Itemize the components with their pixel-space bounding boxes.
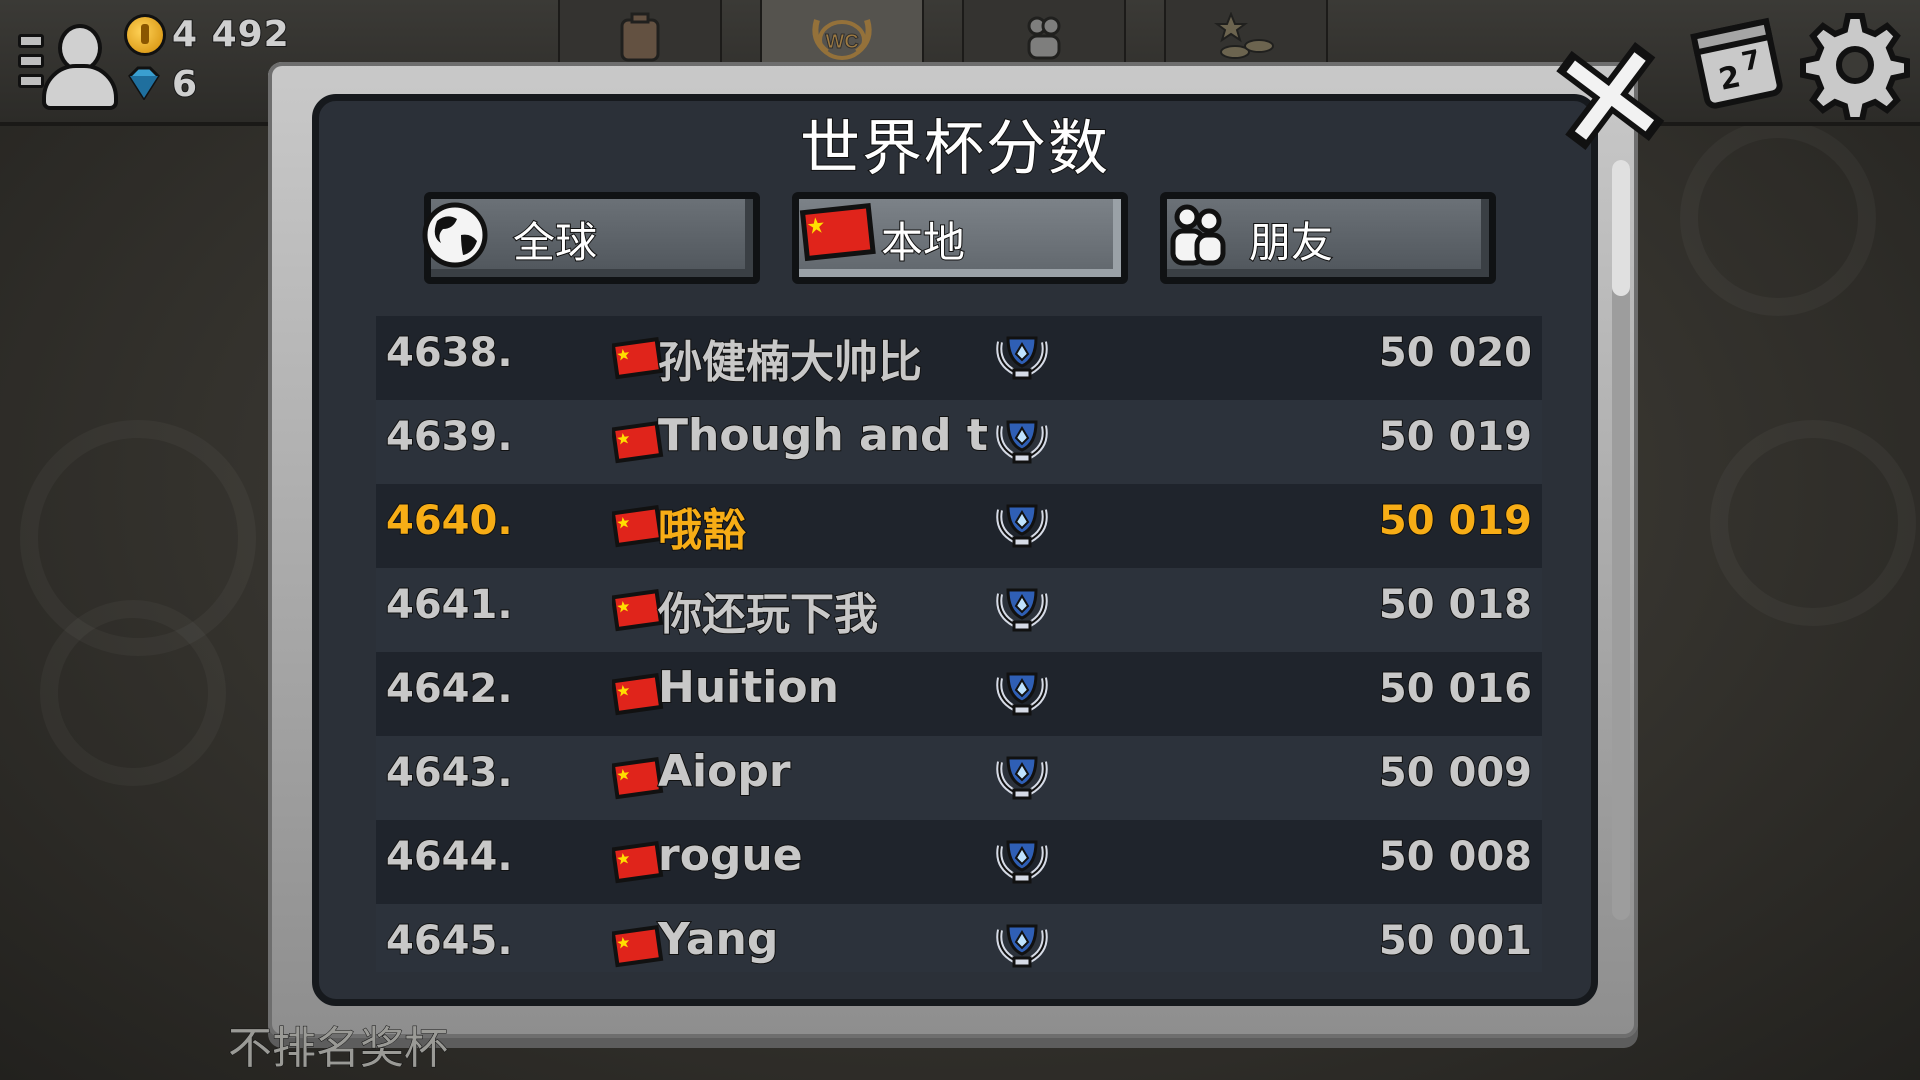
trophy-icon (996, 924, 1048, 968)
row-player-name: 孙健楠大帅比 (657, 336, 923, 389)
leaderboard-row[interactable]: 4645. Yang 50 001 (376, 904, 1542, 972)
china-flag-icon (612, 756, 664, 800)
friends-icon (1027, 16, 1061, 60)
tab-friends[interactable] (962, 0, 1126, 66)
trophy-icon (996, 840, 1048, 884)
svg-text:WC: WC (825, 31, 858, 53)
row-score: 50 019 (1378, 497, 1533, 545)
tab-global-label: 全球 (512, 217, 598, 268)
background-decoration (1680, 120, 1876, 316)
gem-icon (128, 66, 160, 100)
profile-menu-button[interactable] (14, 18, 118, 110)
china-flag-icon (612, 840, 664, 884)
trophy-icon (996, 672, 1048, 716)
tab-local-label: 本地 (880, 217, 966, 268)
rewards-icon (1214, 12, 1274, 59)
row-player-name: 哦豁 (657, 504, 747, 557)
row-rank: 4642. (385, 665, 514, 713)
row-rank: 4640. (385, 497, 514, 545)
row-rank: 4639. (385, 413, 514, 461)
row-score: 50 001 (1378, 917, 1533, 965)
china-flag-icon (612, 672, 664, 716)
close-button[interactable] (1548, 32, 1672, 156)
fuel-can-icon (620, 12, 660, 62)
leaderboard-row[interactable]: 4639. Though and t 50 019 (376, 400, 1542, 484)
row-player-name: 你还玩下我 (657, 588, 879, 641)
world-cup-icon: WC (812, 19, 872, 60)
tab-world-cup[interactable]: WC (760, 0, 924, 66)
row-rank: 4643. (385, 749, 514, 797)
china-flag-icon (612, 588, 664, 632)
trophy-icon (996, 420, 1048, 464)
row-score: 50 020 (1378, 329, 1533, 377)
china-flag-icon (612, 336, 664, 380)
leaderboard-row[interactable]: 4642. Huition 50 016 (376, 652, 1542, 736)
tab-local[interactable]: 本地 (792, 192, 1128, 284)
row-score: 50 009 (1378, 749, 1533, 797)
leaderboard-row[interactable]: 4644. rogue 50 008 (376, 820, 1542, 904)
gem-amount: 6 (171, 63, 199, 106)
leaderboard-row-current-player[interactable]: 4640. 哦豁 50 019 (376, 484, 1542, 568)
china-flag-icon (612, 924, 664, 968)
tab-fuel[interactable] (558, 0, 722, 66)
dialog-title: 世界杯分数 (799, 113, 1110, 185)
row-score: 50 016 (1378, 665, 1533, 713)
row-rank: 4645. (385, 917, 514, 965)
friends-icon (1170, 204, 1226, 266)
settings-gear-icon[interactable] (1800, 10, 1910, 120)
row-score: 50 019 (1378, 413, 1533, 461)
scrollbar-thumb[interactable] (1612, 160, 1630, 296)
tab-friends-board[interactable]: 朋友 (1160, 192, 1496, 284)
leaderboard-row[interactable]: 4638. 孙健楠大帅比 50 020 (376, 316, 1542, 400)
background-decoration (40, 600, 226, 786)
tab-rewards[interactable] (1164, 0, 1328, 66)
china-flag-icon (612, 504, 664, 548)
row-player-name: rogue (657, 829, 804, 882)
trophy-icon (996, 336, 1048, 380)
leaderboard-list[interactable]: 4638. 孙健楠大帅比 50 020 4639. Though and t 50 019… (376, 316, 1542, 972)
row-player-name: Huition (657, 661, 840, 714)
coin-icon (124, 14, 166, 56)
menu-icon (18, 34, 44, 94)
row-player-name: Though and t (657, 409, 989, 462)
background-decoration (1710, 420, 1916, 626)
china-flag-icon (799, 203, 876, 262)
row-score: 50 018 (1378, 581, 1533, 629)
tab-global[interactable]: 全球 (422, 192, 760, 284)
leaderboard-row[interactable]: 4641. 你还玩下我 50 018 (376, 568, 1542, 652)
row-rank: 4644. (385, 833, 514, 881)
trophy-icon (996, 756, 1048, 800)
trophy-icon (996, 588, 1048, 632)
trophy-icon (996, 504, 1048, 548)
tab-friends-label: 朋友 (1248, 217, 1334, 268)
row-player-name: Yang (657, 913, 779, 966)
china-flag-icon (612, 420, 664, 464)
calendar-icon[interactable]: 2 7 (1686, 10, 1790, 114)
row-player-name: Aiopr (657, 745, 792, 798)
coin-amount: 4 492 (171, 13, 290, 56)
unranked-trophy-label: 不排名奖杯 (228, 1023, 449, 1075)
row-score: 50 008 (1378, 833, 1533, 881)
globe-icon (422, 202, 488, 268)
row-rank: 4638. (385, 329, 514, 377)
leaderboard-row[interactable]: 4643. Aiopr 50 009 (376, 736, 1542, 820)
row-rank: 4641. (385, 581, 514, 629)
